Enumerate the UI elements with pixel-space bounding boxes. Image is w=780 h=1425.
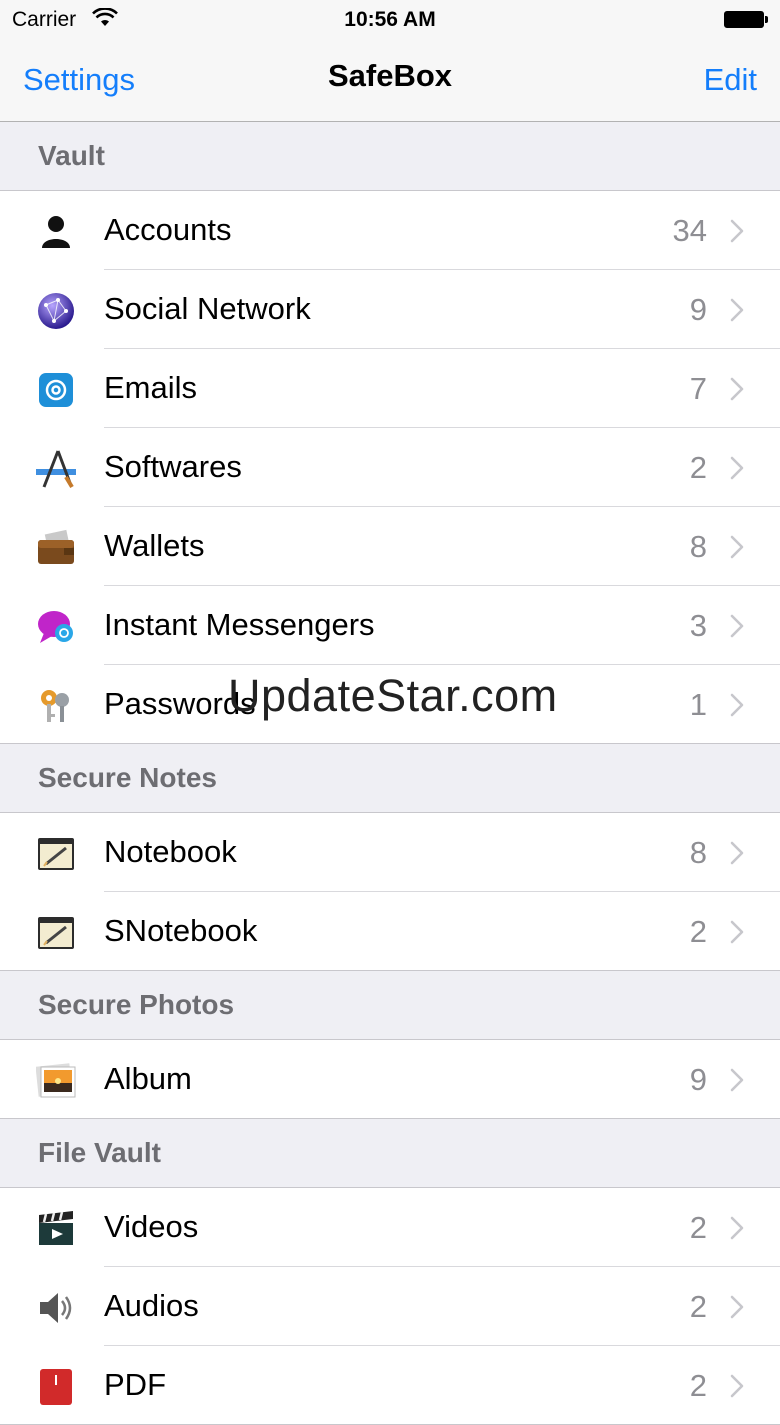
chevron-right-icon: [730, 693, 744, 717]
list-item-label: Emails: [104, 370, 198, 405]
notepad-icon: [36, 834, 76, 874]
section-header: Secure Notes: [0, 744, 780, 813]
photo-icon: [35, 1061, 76, 1101]
speaker-icon: [36, 1288, 76, 1328]
clapperboard-icon: [36, 1209, 76, 1249]
section-title: Secure Photos: [38, 989, 235, 1020]
section-title: File Vault: [38, 1137, 161, 1168]
list-item-label: Social Network: [104, 291, 311, 326]
item-count: 2: [689, 914, 707, 949]
item-count: 2: [689, 1210, 707, 1245]
item-count: 3: [689, 608, 707, 643]
item-count: 1: [689, 687, 707, 722]
list-item-snotebook[interactable]: SNotebook 2: [0, 892, 780, 971]
list-item-softwares[interactable]: Softwares 2: [0, 428, 780, 507]
watermark: UpdateStar.com: [228, 670, 558, 721]
globe-icon: [36, 291, 76, 331]
list-item-label: Softwares: [104, 449, 242, 484]
wallet-icon: [36, 528, 76, 568]
email-icon: [36, 370, 76, 410]
pdf-icon: [36, 1367, 76, 1407]
list-item-social-network[interactable]: Social Network 9: [0, 270, 780, 349]
chevron-right-icon: [730, 456, 744, 480]
notepad-icon: [36, 913, 76, 953]
vault-list: Vault Accounts 34 Social Network 9 Emails 7 Sof…: [0, 122, 780, 1425]
person-icon: [36, 212, 76, 252]
list-item-accounts[interactable]: Accounts 34: [0, 191, 780, 270]
list-item-wallets[interactable]: Wallets 8: [0, 507, 780, 586]
chevron-right-icon: [730, 614, 744, 638]
list-item-videos[interactable]: Videos 2: [0, 1188, 780, 1267]
list-item-label: PDF: [104, 1367, 166, 1402]
chevron-right-icon: [730, 219, 744, 243]
page-title: SafeBox: [327, 58, 453, 93]
list-item-notebook[interactable]: Notebook 8: [0, 813, 780, 892]
chevron-right-icon: [730, 1068, 744, 1092]
item-count: 2: [689, 450, 707, 485]
section-header: Secure Photos: [0, 971, 780, 1040]
list-item-pdf[interactable]: PDF 2: [0, 1346, 780, 1425]
list-item-label: Accounts: [104, 212, 232, 247]
item-count: 8: [689, 835, 707, 870]
navigation-bar: Settings SafeBox Edit: [0, 40, 780, 122]
status-bar: Carrier 10:56 AM: [0, 0, 780, 40]
list-item-audios[interactable]: Audios 2: [0, 1267, 780, 1346]
item-count: 8: [689, 529, 707, 564]
list-item-label: Wallets: [104, 528, 205, 563]
item-count: 9: [689, 292, 707, 327]
list-item-label: Videos: [104, 1209, 199, 1244]
chevron-right-icon: [730, 298, 744, 322]
item-count: 2: [689, 1289, 707, 1324]
app-store-icon: [36, 449, 76, 489]
chat-bubble-icon: [36, 607, 76, 647]
list-item-instant-messengers[interactable]: Instant Messengers 3: [0, 586, 780, 665]
chevron-right-icon: [730, 1216, 744, 1240]
chevron-right-icon: [730, 1295, 744, 1319]
list-item-album[interactable]: Album 9: [0, 1040, 780, 1119]
list-item-label: Album: [104, 1061, 192, 1096]
list-item-label: Instant Messengers: [104, 607, 375, 642]
list-item-label: Notebook: [104, 834, 237, 869]
list-item-emails[interactable]: Emails 7: [0, 349, 780, 428]
chevron-right-icon: [730, 841, 744, 865]
item-count: 2: [689, 1368, 707, 1403]
status-time: 10:56 AM: [344, 8, 436, 31]
battery-icon: [724, 11, 768, 28]
item-count: 9: [689, 1062, 707, 1097]
list-item-label: Audios: [104, 1288, 199, 1323]
edit-button[interactable]: Edit: [704, 62, 757, 98]
keys-icon: [36, 686, 76, 726]
chevron-right-icon: [730, 535, 744, 559]
section-header: File Vault: [0, 1119, 780, 1188]
item-count: 34: [672, 213, 707, 248]
chevron-right-icon: [730, 920, 744, 944]
chevron-right-icon: [730, 377, 744, 401]
section-header: Vault: [0, 122, 780, 191]
item-count: 7: [689, 371, 707, 406]
list-item-label: SNotebook: [104, 913, 258, 948]
section-title: Secure Notes: [38, 762, 217, 793]
section-title: Vault: [38, 140, 105, 171]
chevron-right-icon: [730, 1374, 744, 1398]
